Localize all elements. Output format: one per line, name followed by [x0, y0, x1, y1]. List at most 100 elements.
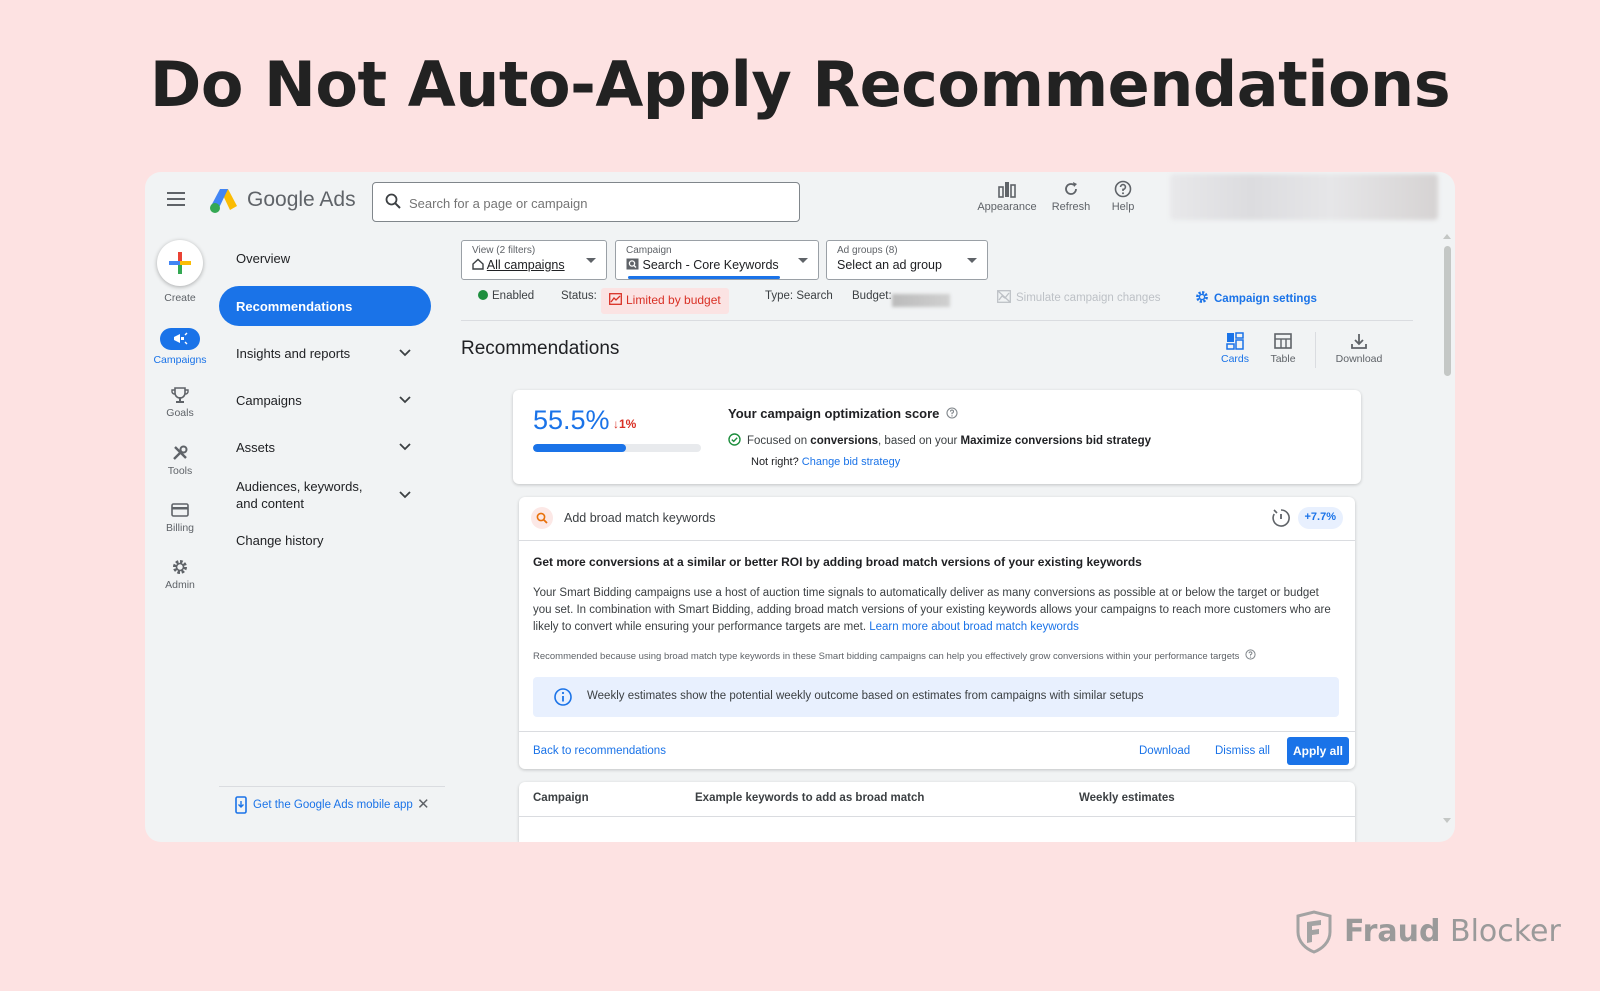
table-icon	[1274, 333, 1292, 349]
close-icon[interactable]: ✕	[417, 795, 430, 813]
view-divider	[1315, 332, 1316, 368]
chevron-down-icon	[399, 396, 411, 404]
rail-campaigns-label: Campaigns	[153, 354, 207, 366]
help-icon[interactable]	[946, 407, 958, 419]
apply-all-button[interactable]: Apply all	[1287, 737, 1349, 765]
table-view-button[interactable]: Table	[1265, 332, 1301, 365]
rail-tools-label: Tools	[167, 465, 193, 477]
chevron-down-icon	[399, 349, 411, 357]
campaign-filter-underline	[628, 276, 780, 279]
info-icon	[554, 688, 572, 706]
rail-campaigns[interactable]: Campaigns	[145, 328, 215, 366]
limited-by-budget-badge[interactable]: Limited by budget	[601, 288, 729, 314]
cards-view-button[interactable]: Cards	[1217, 332, 1253, 365]
nav-item-audiences[interactable]: Audiences, keywords, and content	[219, 472, 431, 518]
view-filter-dropdown[interactable]: View (2 filters) All campaigns	[461, 240, 607, 280]
search-input[interactable]	[409, 192, 789, 214]
recommendation-icon-bg	[531, 507, 553, 529]
download-icon	[1351, 334, 1367, 349]
change-bid-strategy-link[interactable]: Change bid strategy	[802, 456, 900, 468]
chevron-down-icon	[399, 443, 411, 451]
campaign-filter-dropdown[interactable]: Campaign Search - Core Keywords	[615, 240, 819, 280]
credit-card-icon	[171, 503, 189, 517]
help-icon[interactable]	[1245, 649, 1256, 660]
recommendation-body: Your Smart Bidding campaigns use a host …	[533, 587, 1331, 633]
home-icon	[472, 258, 484, 270]
check-circle-icon	[728, 433, 741, 446]
appearance-button[interactable]: Appearance	[977, 180, 1037, 213]
nav-item-overview[interactable]: Overview	[219, 238, 431, 278]
plus-icon	[169, 252, 191, 274]
gear-icon	[173, 560, 187, 574]
mobile-app-label: Get the Google Ads mobile app	[253, 799, 413, 812]
page-headline: Do Not Auto-Apply Recommendations	[149, 48, 1451, 121]
recommendation-header: Add broad match keywords +7.7%	[519, 497, 1355, 541]
rail-goals[interactable]: Goals	[145, 386, 215, 419]
nav-item-recommendations[interactable]: Recommendations	[219, 286, 431, 326]
search-box[interactable]	[372, 182, 800, 222]
cards-icon	[1226, 332, 1244, 350]
rail-create-label: Create	[164, 292, 196, 304]
dropdown-arrow-icon	[967, 258, 977, 263]
campaign-settings-link[interactable]: Campaign settings	[1195, 290, 1317, 305]
refresh-icon	[1065, 182, 1077, 195]
rail-admin[interactable]: Admin	[145, 558, 215, 591]
timer-icon[interactable]	[1271, 508, 1291, 528]
refresh-button[interactable]: Refresh	[1049, 180, 1093, 213]
simulate-changes-button[interactable]: Simulate campaign changes	[997, 290, 1160, 304]
download-label: Download	[1335, 353, 1383, 365]
recommendation-card: Add broad match keywords +7.7% Get more …	[519, 497, 1355, 769]
simulate-icon	[997, 290, 1011, 303]
table-header-campaign[interactable]: Campaign	[533, 792, 589, 804]
nav-item-change-history[interactable]: Change history	[219, 520, 431, 560]
type-label: Type: Search	[765, 290, 833, 302]
recommendation-subheading: Get more conversions at a similar or bet…	[533, 555, 1142, 569]
scroll-up-arrow[interactable]	[1443, 234, 1451, 239]
trophy-icon	[171, 387, 189, 403]
cards-view-label: Cards	[1220, 353, 1249, 365]
bid-strategy-focus: Focused on conversions, based on your Ma…	[728, 433, 1151, 447]
recommendation-reason: Recommended because using broad match ty…	[533, 649, 1343, 662]
view-filter-label: View (2 filters)	[472, 245, 536, 256]
dismiss-all-button[interactable]: Dismiss all	[1215, 745, 1270, 757]
nav-item-label: Assets	[236, 439, 276, 455]
help-button[interactable]: Help	[1106, 180, 1140, 213]
enabled-dot-icon	[478, 290, 488, 300]
scrollbar-thumb[interactable]	[1444, 246, 1451, 376]
help-label: Help	[1111, 201, 1135, 213]
rail-goals-label: Goals	[166, 407, 194, 419]
recommendation-footer-divider	[519, 731, 1355, 732]
table-header-keywords[interactable]: Example keywords to add as broad match	[695, 792, 924, 804]
mobile-app-link[interactable]: Get the Google Ads mobile app	[235, 796, 413, 814]
menu-icon[interactable]	[167, 192, 185, 206]
rail-tools[interactable]: Tools	[145, 444, 215, 477]
nav-divider	[219, 786, 445, 787]
adgroups-filter-dropdown[interactable]: Ad groups (8) Select an ad group	[826, 240, 988, 280]
nav-item-insights[interactable]: Insights and reports	[219, 333, 431, 373]
budget-value-blurred	[892, 294, 950, 307]
not-right-prompt: Not right? Change bid strategy	[751, 456, 901, 468]
rail-billing[interactable]: Billing	[145, 501, 215, 534]
learn-more-link[interactable]: Learn more about broad match keywords	[869, 621, 1079, 633]
create-button[interactable]	[157, 240, 203, 286]
weekly-estimates-text: Weekly estimates show the potential week…	[587, 690, 1144, 702]
optimization-score-delta: ↓1%	[613, 417, 637, 431]
nav-item-label: Audiences, keywords, and content	[236, 479, 363, 511]
optimization-score-bar	[533, 444, 701, 452]
trend-down-icon	[609, 293, 622, 305]
search-icon	[536, 512, 548, 524]
appearance-label: Appearance	[977, 201, 1037, 213]
table-header-weekly-estimates[interactable]: Weekly estimates	[1079, 792, 1175, 804]
table-header-divider	[519, 816, 1355, 817]
nav-item-campaigns[interactable]: Campaigns	[219, 380, 431, 420]
nav-item-label: Campaigns	[236, 392, 302, 408]
recommendation-download-button[interactable]: Download	[1139, 745, 1190, 757]
optimization-score-fill	[533, 444, 627, 452]
campaigns-icon	[160, 328, 200, 350]
nav-item-assets[interactable]: Assets	[219, 427, 431, 467]
account-info-blurred[interactable]	[1170, 174, 1438, 220]
rail-create[interactable]: Create	[145, 240, 215, 304]
download-button[interactable]: Download	[1333, 332, 1385, 365]
back-to-recommendations-link[interactable]: Back to recommendations	[533, 745, 666, 757]
scroll-down-arrow[interactable]	[1443, 818, 1451, 823]
